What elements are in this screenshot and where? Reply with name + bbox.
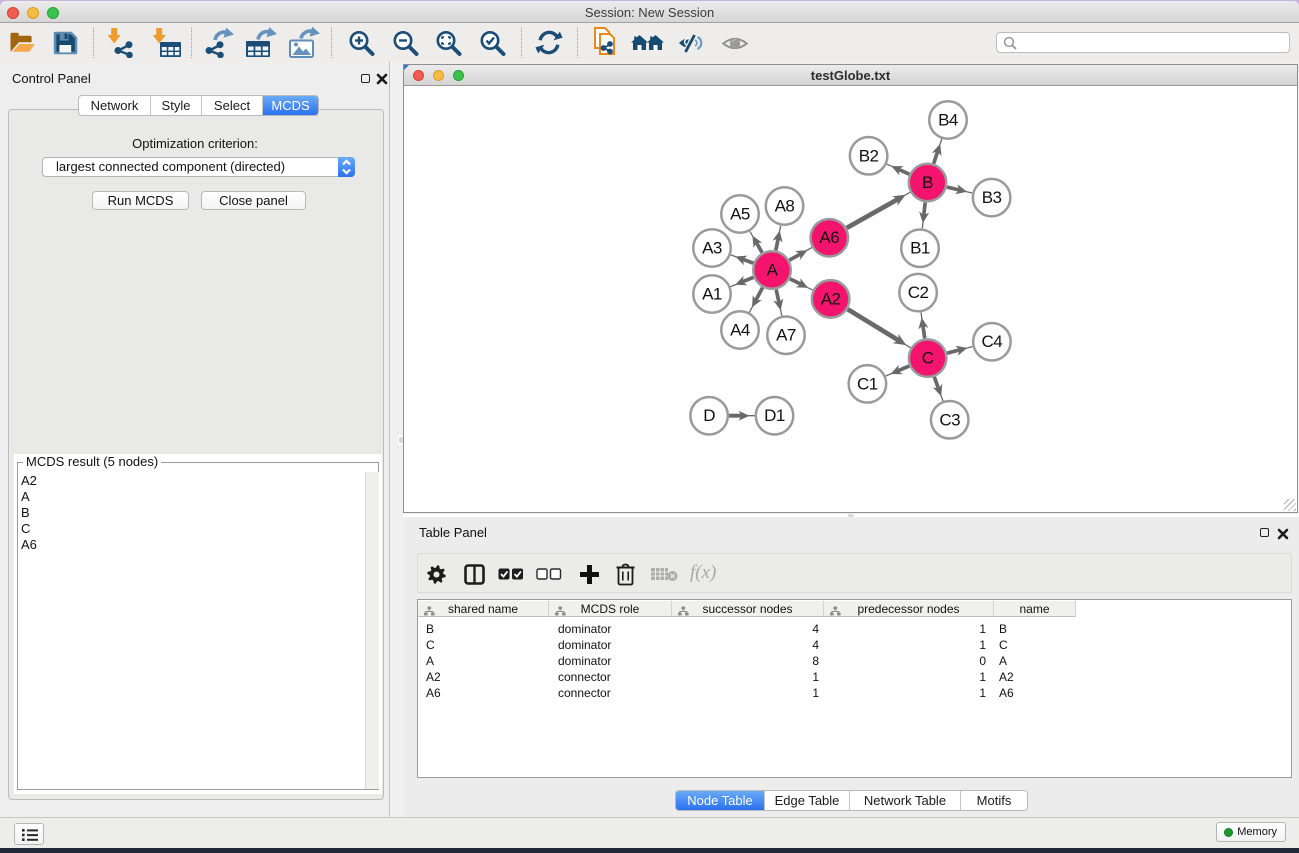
svg-text:B1: B1 — [910, 239, 930, 258]
svg-text:B2: B2 — [859, 146, 879, 165]
svg-text:C1: C1 — [857, 374, 878, 393]
svg-text:A5: A5 — [730, 205, 750, 224]
svg-text:B: B — [922, 173, 933, 192]
svg-text:A8: A8 — [775, 197, 795, 216]
svg-text:D: D — [703, 406, 715, 425]
svg-text:B3: B3 — [982, 188, 1002, 207]
svg-text:A7: A7 — [776, 326, 796, 345]
svg-text:A1: A1 — [702, 285, 722, 304]
svg-text:C: C — [922, 349, 934, 368]
svg-text:D1: D1 — [764, 406, 785, 425]
svg-text:C4: C4 — [982, 332, 1003, 351]
svg-text:A: A — [767, 261, 779, 280]
svg-text:C3: C3 — [939, 410, 960, 429]
svg-text:B4: B4 — [938, 111, 958, 130]
svg-text:A3: A3 — [702, 239, 722, 258]
svg-text:A4: A4 — [730, 321, 750, 340]
svg-text:A2: A2 — [821, 289, 841, 308]
svg-text:A6: A6 — [819, 228, 839, 247]
svg-text:C2: C2 — [908, 283, 929, 302]
